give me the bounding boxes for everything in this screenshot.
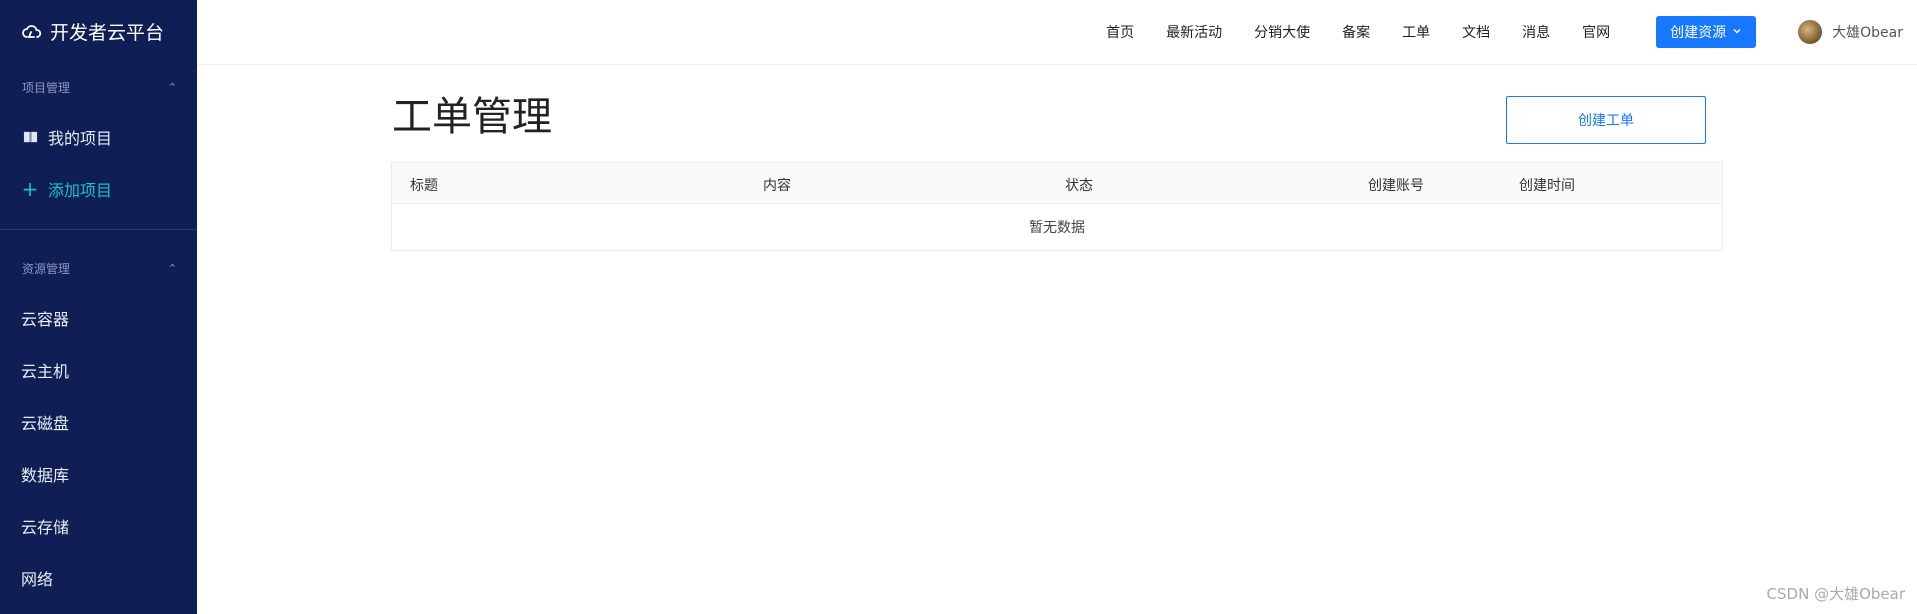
chevron-up-icon: ⌃ xyxy=(167,80,177,94)
nav-link-messages[interactable]: 消息 xyxy=(1522,22,1550,42)
plus-icon: + xyxy=(21,177,39,201)
sidebar-item-label: 云磁盘 xyxy=(21,414,70,433)
page-title: 工单管理 xyxy=(392,94,552,140)
sidebar: 开发者云平台 项目管理 ⌃ 我的项目 + 添加项目 资源管理 ⌃ 云容器 云主机… xyxy=(0,0,197,614)
chevron-down-icon xyxy=(1732,24,1742,40)
empty-state: 暂无数据 xyxy=(1029,220,1085,236)
resource-section-label: 资源管理 xyxy=(22,261,71,276)
resource-section-header[interactable]: 资源管理 ⌃ xyxy=(0,244,197,292)
column-header-status: 状态 xyxy=(1065,178,1093,194)
tickets-table: 标题 内容 状态 创建账号 创建时间 暂无数据 xyxy=(391,162,1723,251)
nav-link-official-site[interactable]: 官网 xyxy=(1582,22,1610,42)
brand-title: 开发者云平台 xyxy=(50,22,165,44)
sidebar-item-my-projects[interactable]: 我的项目 xyxy=(0,111,197,163)
sidebar-item-host[interactable]: 云主机 xyxy=(0,344,197,396)
avatar xyxy=(1798,20,1823,44)
sidebar-item-database[interactable]: 数据库 xyxy=(0,448,197,500)
sidebar-item-network[interactable]: 网络 xyxy=(0,552,197,604)
project-section-label: 项目管理 xyxy=(22,80,71,95)
user-menu[interactable]: 大雄Obear xyxy=(1798,20,1903,44)
sidebar-item-storage[interactable]: 云存储 xyxy=(0,500,197,552)
create-resource-label: 创建资源 xyxy=(1670,25,1727,41)
sidebar-item-label: 网络 xyxy=(21,570,54,589)
create-ticket-button[interactable]: 创建工单 xyxy=(1506,96,1706,144)
create-resource-button[interactable]: 创建资源 xyxy=(1656,16,1757,48)
sidebar-item-container[interactable]: 云容器 xyxy=(0,292,197,344)
table-header: 标题 内容 状态 创建账号 创建时间 xyxy=(392,163,1722,204)
nav-link-home[interactable]: 首页 xyxy=(1106,22,1134,42)
sidebar-item-label: 云存储 xyxy=(21,518,70,537)
nav-link-distribution[interactable]: 分销大使 xyxy=(1254,22,1310,42)
column-header-created-time: 创建时间 xyxy=(1519,178,1575,194)
sidebar-item-label: 我的项目 xyxy=(48,129,113,148)
nav-link-docs[interactable]: 文档 xyxy=(1462,22,1490,42)
chevron-up-icon: ⌃ xyxy=(167,261,177,275)
sidebar-item-label: 添加项目 xyxy=(48,181,113,200)
top-navigation: 首页 最新活动 分销大使 备案 工单 文档 消息 官网 创建资源 大雄Obear xyxy=(197,0,1917,65)
sidebar-item-label: 云主机 xyxy=(21,362,70,381)
column-header-account: 创建账号 xyxy=(1368,178,1424,194)
watermark: CSDN @大雄Obear xyxy=(1766,585,1905,603)
nav-link-latest-events[interactable]: 最新活动 xyxy=(1166,22,1222,42)
sidebar-item-label: 云容器 xyxy=(21,310,70,329)
column-header-title: 标题 xyxy=(410,178,438,194)
project-section-header[interactable]: 项目管理 ⌃ xyxy=(0,63,197,111)
book-icon xyxy=(22,129,38,145)
sidebar-divider xyxy=(0,229,197,230)
user-name: 大雄Obear xyxy=(1832,25,1903,41)
brand[interactable]: 开发者云平台 xyxy=(0,0,197,63)
nav-link-filing[interactable]: 备案 xyxy=(1342,22,1370,42)
sidebar-item-label: 数据库 xyxy=(21,466,70,485)
cloud-logo-icon xyxy=(22,22,42,42)
nav-link-tickets[interactable]: 工单 xyxy=(1402,22,1430,42)
column-header-content: 内容 xyxy=(763,178,791,194)
sidebar-item-add-project[interactable]: + 添加项目 xyxy=(0,163,197,215)
sidebar-item-disk[interactable]: 云磁盘 xyxy=(0,396,197,448)
